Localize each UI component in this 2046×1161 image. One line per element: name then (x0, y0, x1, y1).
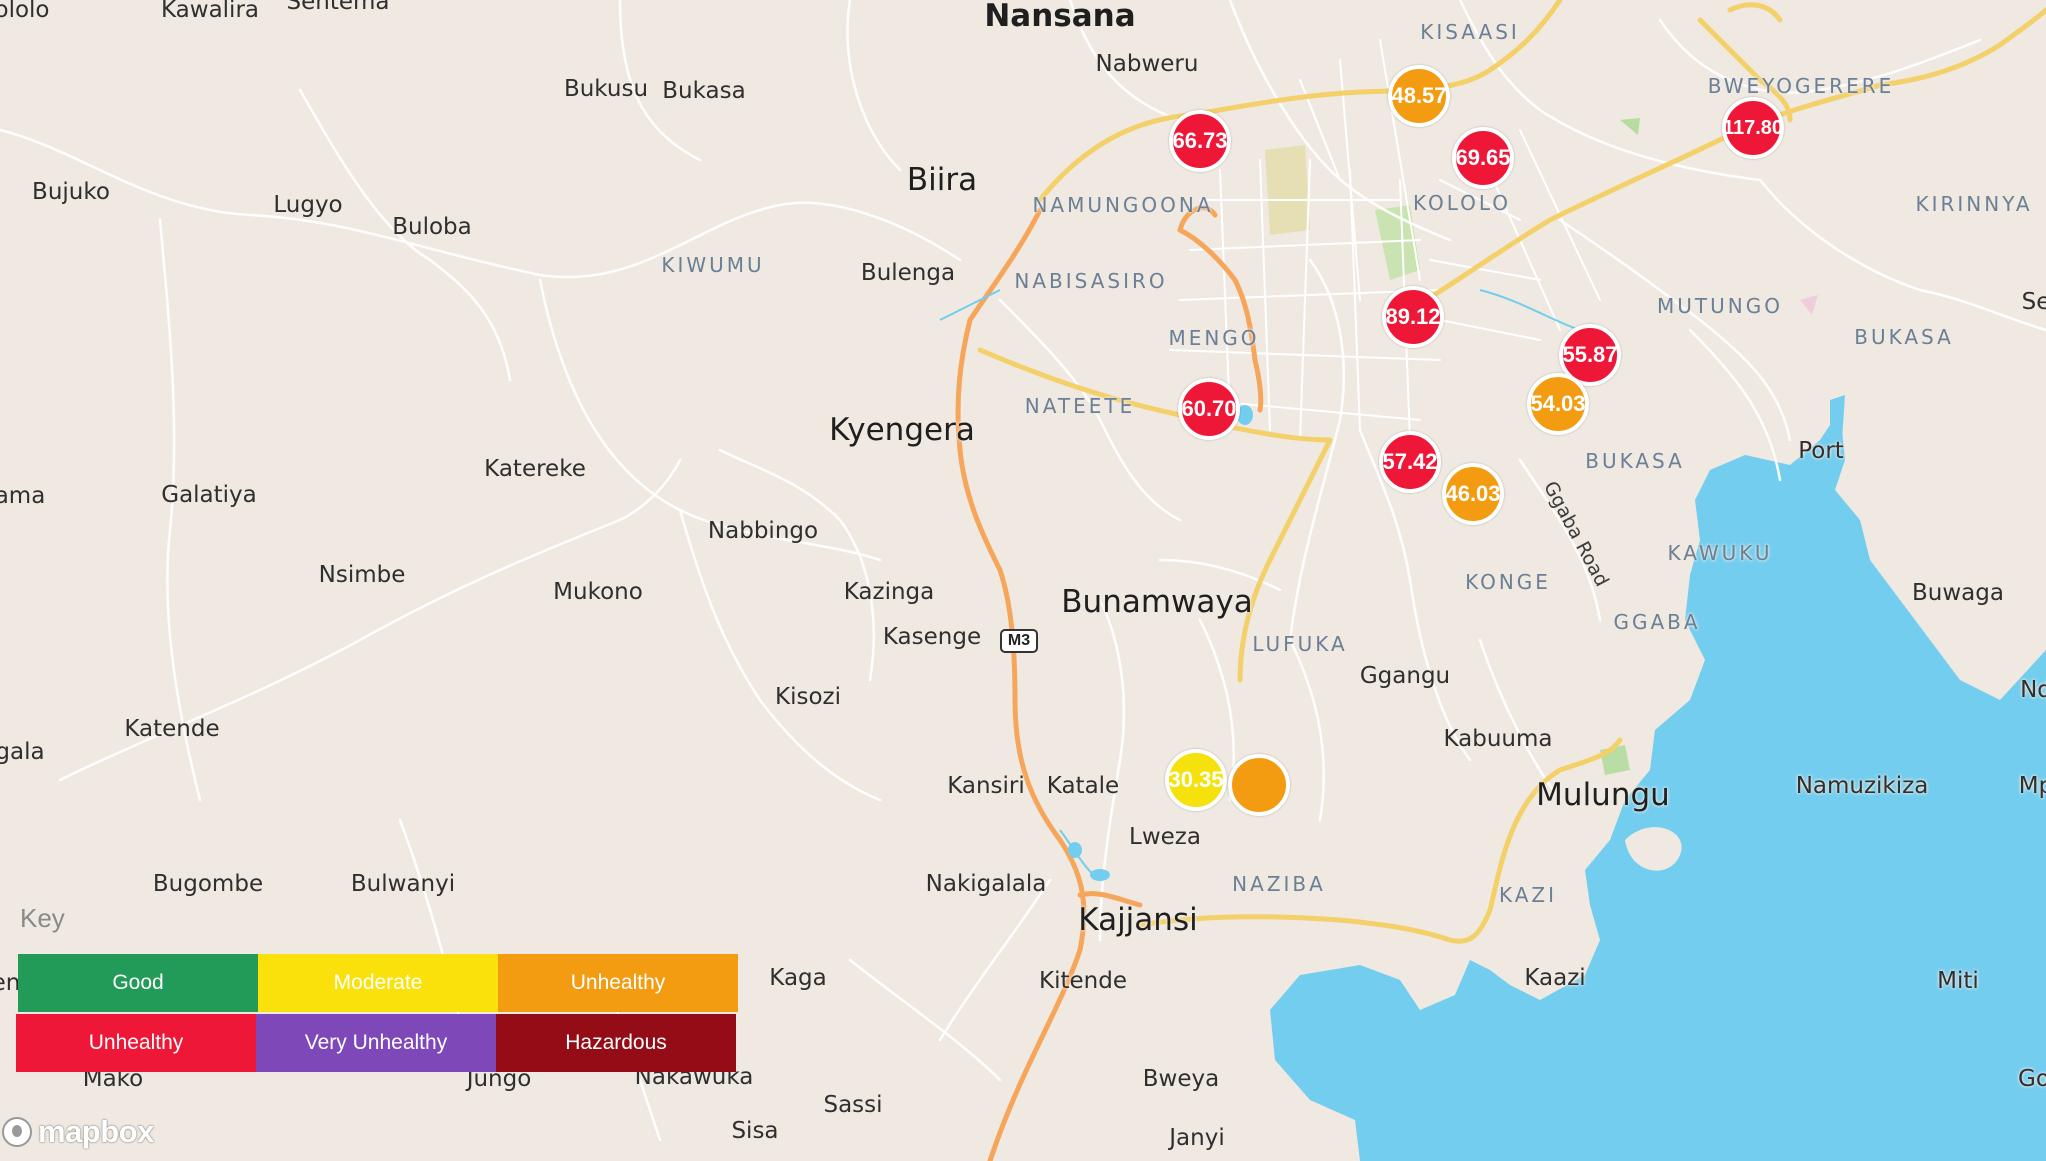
place-label: Kyengera (829, 412, 975, 448)
place-label: Mulungu (1536, 777, 1670, 813)
place-label: NATEETE (1024, 394, 1136, 418)
place-label: Bukasa (662, 78, 746, 104)
place-label: Bugombe (152, 871, 264, 897)
place-label: Bukusu (563, 76, 649, 102)
aqi-marker[interactable]: 60.70 (1178, 378, 1240, 440)
mapbox-logo[interactable]: mapbox (2, 1112, 154, 1152)
place-label: NAMUNGOONA (1032, 193, 1214, 217)
place-label: Buloba (392, 214, 472, 240)
place-label: Kaazi (1524, 965, 1586, 991)
place-label: Nd (2020, 677, 2046, 703)
place-label: Nakigalala (925, 871, 1047, 897)
place-label: Kaga (769, 965, 827, 991)
place-label: Kitende (1039, 968, 1127, 994)
aqi-marker[interactable]: 69.65 (1452, 127, 1514, 189)
place-label: Se (2021, 289, 2046, 315)
aqi-marker[interactable]: 57.42 (1379, 431, 1441, 493)
place-label: Go (2018, 1066, 2046, 1092)
place-label: Galatiya (161, 482, 257, 508)
place-label: Kawalira (160, 0, 260, 23)
place-label: KIWUMU (661, 253, 765, 277)
aqi-marker[interactable]: 66.73 (1169, 110, 1231, 172)
place-label: KOLOLO (1412, 191, 1512, 215)
place-label: Ggangu (1359, 663, 1451, 689)
place-label: Nansana (984, 0, 1136, 34)
place-label: Namuzikiza (1795, 773, 1929, 799)
place-label: Katale (1046, 773, 1120, 799)
place-label: Sisa (731, 1118, 779, 1144)
legend-item-moderate: Moderate (258, 954, 498, 1012)
place-label: Kisozi (775, 684, 841, 710)
place-label: BUKASA (1585, 449, 1685, 473)
place-label: Sassi (823, 1092, 883, 1118)
aqi-marker[interactable]: 48.57 (1388, 65, 1450, 127)
aqi-marker[interactable]: 30.35 (1165, 749, 1227, 811)
place-label: Miti (1937, 968, 1979, 994)
place-label: Bunamwaya (1061, 584, 1253, 620)
place-label: Kasenge (882, 624, 982, 650)
place-label: Kajjansi (1078, 902, 1198, 938)
place-label: Lweza (1129, 824, 1201, 850)
place-label: KIRINNYA (1915, 192, 2033, 216)
place-label: MUTUNGO (1657, 294, 1783, 318)
place-label: Bweya (1142, 1066, 1220, 1092)
place-label: BUKASA (1854, 325, 1954, 349)
place-label: Kabuuma (1443, 726, 1553, 752)
legend-title: Key (20, 903, 65, 933)
place-label: Mukono (553, 579, 643, 605)
place-label: KAWUKU (1667, 541, 1773, 565)
place-label: Janyi (1169, 1125, 1225, 1151)
place-label: NAZIBA (1232, 872, 1326, 896)
legend-item-hazardous: Hazardous (496, 1014, 736, 1072)
place-label: Nsimbe (318, 562, 406, 588)
place-label: Lugyo (273, 192, 343, 218)
place-label: KISAASI (1420, 20, 1520, 44)
place-label: Mp (2018, 773, 2046, 799)
place-label: LUFUKA (1252, 632, 1348, 656)
legend-item-good: Good (18, 954, 258, 1012)
place-label: gala (0, 739, 45, 765)
aqi-marker[interactable]: 54.03 (1527, 373, 1589, 435)
place-label: Bujuko (32, 179, 110, 205)
mapbox-icon (2, 1117, 32, 1147)
place-label: ama (0, 483, 46, 509)
place-label: ololo (0, 0, 50, 23)
place-label: Kazinga (843, 579, 935, 605)
aqi-marker[interactable] (1228, 754, 1290, 816)
mapbox-logo-text: mapbox (38, 1114, 154, 1149)
place-label: Nabweru (1095, 51, 1199, 77)
place-label: Biira (906, 162, 978, 198)
place-label: Bulenga (860, 260, 956, 286)
legend-item-very-unhealthy: Very Unhealthy (256, 1014, 496, 1072)
aqi-marker[interactable]: 89.12 (1382, 286, 1444, 348)
place-label: Bulwanyi (350, 871, 456, 897)
place-label: GGABA (1613, 610, 1701, 634)
place-label: Katereke (484, 456, 586, 482)
road-shield: M3 (1000, 629, 1038, 653)
place-label: Katende (124, 716, 220, 742)
legend-item-unhealthy: Unhealthy (16, 1014, 256, 1072)
legend-item-unhealthy-sensitive: Unhealthy (498, 954, 738, 1012)
place-label: Nabbingo (707, 518, 819, 544)
place-label: KAZI (1498, 883, 1558, 907)
place-label: Port (1798, 438, 1844, 464)
aqi-marker[interactable]: 117.80 (1722, 97, 1784, 159)
place-label: KONGE (1465, 570, 1551, 594)
place-label: BWEYOGERERE (1707, 74, 1895, 98)
legend: Good Moderate Unhealthy Unhealthy Very U… (16, 954, 740, 1074)
place-label: NABISASIRO (1014, 269, 1168, 293)
place-label: MENGO (1168, 326, 1260, 350)
aqi-marker[interactable]: 46.03 (1442, 463, 1504, 525)
place-label: Sentema (286, 0, 390, 15)
place-label: Buwaga (1912, 580, 2004, 606)
place-label: Kansiri (947, 773, 1025, 799)
